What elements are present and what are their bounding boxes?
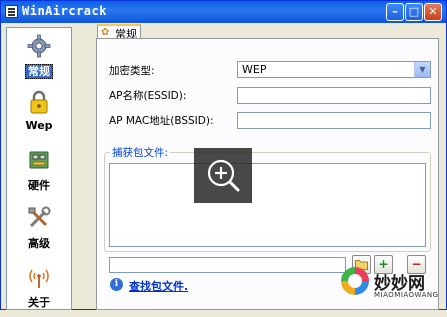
essid-input[interactable] [237, 87, 431, 104]
tab-general[interactable]: ✿ 常规 [97, 24, 141, 41]
zoom-overlay[interactable] [194, 148, 252, 203]
sidebar-item-general[interactable]: 常规 [7, 30, 71, 86]
sidebar-item-label: 关于 [28, 296, 50, 309]
watermark: 妙妙网 MIAOMIAOWANG [338, 265, 447, 310]
sidebar: 常规 Wep 硬件 高级 关于 [6, 27, 72, 310]
window-title: WinAircrack [22, 4, 107, 18]
sidebar-item-advanced[interactable]: 高级 [7, 202, 71, 258]
capture-files-label: 捕获包文件: [110, 145, 171, 160]
tools-icon [28, 206, 51, 228]
antenna-icon [29, 269, 49, 288]
gear-icon: ✿ [101, 27, 110, 38]
sidebar-item-wep[interactable]: Wep [7, 86, 71, 142]
chevron-down-icon[interactable]: ▼ [414, 62, 430, 77]
sidebar-item-label: 高级 [28, 237, 50, 250]
sidebar-item-label: Wep [25, 119, 53, 132]
info-icon: i [110, 278, 123, 291]
sidebar-item-about[interactable]: 关于 [7, 261, 71, 317]
padlock-icon [30, 90, 48, 114]
find-capture-files-link[interactable]: 查找包文件. [129, 278, 188, 294]
essid-label: AP名称(ESSID): [109, 90, 187, 102]
capture-files-list[interactable] [109, 163, 426, 247]
title-bar[interactable]: WinAircrack – □ ✕ [1, 1, 446, 23]
capture-file-path-input[interactable] [109, 257, 346, 273]
bssid-label: AP MAC地址(BSSID): [109, 115, 214, 127]
gear-icon [27, 34, 51, 58]
maximize-button[interactable]: □ [405, 3, 423, 21]
bssid-input[interactable] [237, 112, 431, 129]
app-icon [5, 5, 18, 18]
hardware-card-icon [29, 151, 49, 169]
sidebar-item-label: 常规 [25, 64, 53, 79]
encryption-type-value: WEP [242, 63, 267, 76]
watermark-logo-icon [341, 267, 369, 295]
encryption-type-select[interactable]: WEP ▼ [237, 61, 431, 78]
sidebar-item-label: 硬件 [28, 179, 50, 192]
encryption-type-label: 加密类型: [109, 65, 155, 77]
close-button[interactable]: ✕ [424, 3, 442, 21]
sidebar-item-hardware[interactable]: 硬件 [7, 144, 71, 200]
zoom-in-icon [207, 159, 240, 192]
minimize-button[interactable]: – [386, 3, 404, 21]
watermark-subtext: MIAOMIAOWANG [374, 291, 439, 299]
